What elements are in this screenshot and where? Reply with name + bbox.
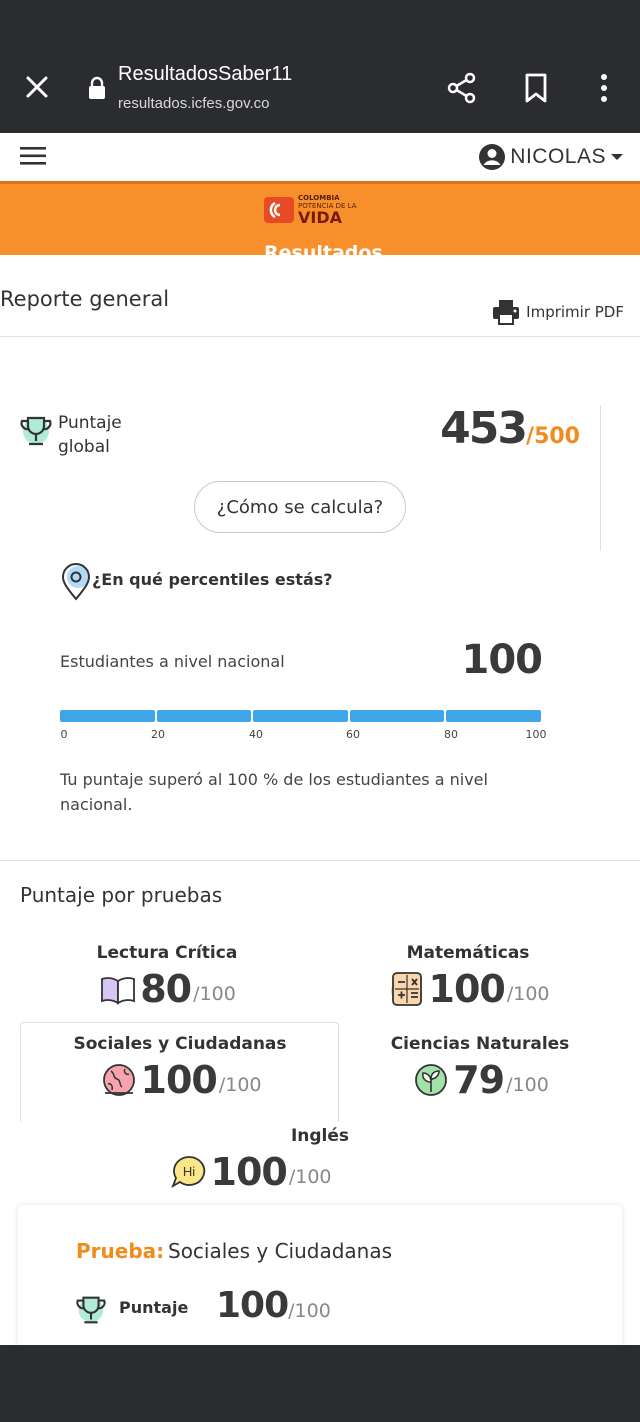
globe-icon bbox=[102, 1064, 135, 1096]
print-pdf-button[interactable]: Imprimir PDF bbox=[492, 299, 624, 325]
how-is-it-calculated-button[interactable]: ¿Cómo se calcula? bbox=[194, 481, 406, 533]
test-matematicas[interactable]: Matemáticas 100 /100 bbox=[380, 943, 556, 1011]
test-ingles[interactable]: Inglés Hi 100 /100 bbox=[170, 1126, 460, 1194]
tick-label: 100 bbox=[525, 728, 547, 741]
test-score-max: /100 bbox=[218, 1074, 262, 1096]
bookmark-icon[interactable] bbox=[522, 72, 550, 104]
percentile-bar-segment bbox=[156, 710, 252, 722]
national-label: Estudiantes a nivel nacional bbox=[60, 652, 285, 671]
test-ciencias-naturales[interactable]: Ciencias Naturales 79 /100 bbox=[380, 1034, 580, 1102]
percentile-bar-segment bbox=[446, 710, 541, 722]
browser-url[interactable]: resultados.icfes.gov.co bbox=[118, 95, 269, 112]
site-header: NICOLAS bbox=[0, 133, 640, 181]
test-score: 100 bbox=[428, 967, 506, 1011]
test-name: Lectura Crítica bbox=[96, 943, 238, 963]
percentile-ticks: 0 20 40 60 80 100 bbox=[60, 728, 547, 744]
trophy-icon bbox=[20, 416, 52, 446]
account-circle-icon bbox=[479, 144, 506, 170]
browser-toolbar: ResultadosSaber11 resultados.icfes.gov.c… bbox=[0, 0, 640, 133]
user-menu[interactable]: NICOLAS bbox=[478, 142, 624, 172]
bottom-navigation-bar bbox=[0, 1345, 640, 1422]
global-score: 453 /500 bbox=[440, 403, 580, 454]
svg-text:Hi: Hi bbox=[182, 1164, 194, 1179]
print-pdf-label: Imprimir PDF bbox=[526, 303, 624, 321]
test-score-max: /100 bbox=[288, 1166, 332, 1188]
test-score: 100 bbox=[210, 1150, 288, 1194]
banner-heading: Resultados bbox=[264, 242, 383, 255]
trophy-icon bbox=[76, 1296, 106, 1324]
printer-icon bbox=[493, 300, 520, 325]
detail-score-max: /100 bbox=[288, 1300, 331, 1322]
user-name: NICOLAS bbox=[510, 145, 606, 168]
prueba-name: Sociales y Ciudadanas bbox=[168, 1239, 393, 1263]
percentile-question: ¿En qué percentiles estás? bbox=[92, 570, 333, 589]
browser-title: ResultadosSaber11 bbox=[118, 63, 293, 85]
test-score-max: /100 bbox=[506, 1074, 549, 1096]
orange-banner: COLOMBIA POTENCIA DE LA VIDA Resultados bbox=[0, 181, 640, 255]
plant-icon bbox=[415, 1064, 448, 1096]
colombia-logo: COLOMBIA POTENCIA DE LA VIDA bbox=[264, 194, 357, 226]
test-score: 80 bbox=[140, 967, 192, 1011]
more-options-icon[interactable] bbox=[594, 72, 614, 104]
share-icon[interactable] bbox=[446, 72, 478, 104]
test-score-max: /100 bbox=[193, 983, 236, 1005]
tick-label: 20 bbox=[151, 728, 165, 741]
location-pin-icon bbox=[61, 563, 91, 601]
book-icon bbox=[101, 977, 136, 1005]
detail-score-value: 100 bbox=[216, 1285, 289, 1326]
report-title: Reporte general bbox=[0, 287, 170, 311]
global-score-label: Puntaje global bbox=[58, 413, 122, 457]
global-score-max: /500 bbox=[526, 424, 580, 449]
test-detail-card: Prueba: Sociales y Ciudadanas Puntaje 10… bbox=[18, 1205, 622, 1345]
logo-text-vida: VIDA bbox=[298, 208, 342, 227]
test-score: 79 bbox=[453, 1058, 505, 1102]
tick-label: 0 bbox=[60, 728, 68, 741]
hamburger-menu-icon[interactable] bbox=[20, 145, 46, 167]
percentile-bar-segment bbox=[253, 710, 348, 722]
close-icon[interactable] bbox=[22, 72, 52, 102]
tests-title: Puntaje por pruebas bbox=[20, 883, 223, 907]
test-name: Inglés bbox=[290, 1126, 350, 1146]
test-lectura-critica[interactable]: Lectura Crítica 80 /100 bbox=[76, 943, 258, 1011]
test-sociales-ciudadanas[interactable]: Sociales y Ciudadanas 100 /100 bbox=[40, 1034, 320, 1102]
tick-label: 80 bbox=[444, 728, 458, 741]
caret-down-icon bbox=[611, 154, 623, 160]
percentile-bar-segment bbox=[60, 710, 155, 722]
percentile-bar-segment bbox=[349, 710, 445, 722]
tick-label: 40 bbox=[249, 728, 263, 741]
test-score-max: /100 bbox=[506, 983, 550, 1005]
global-score-value: 453 bbox=[440, 403, 528, 454]
national-percentile-value: 100 bbox=[461, 637, 543, 683]
lock-icon bbox=[89, 76, 105, 99]
divider bbox=[0, 336, 640, 337]
main-content: Reporte general Imprimir PDF Puntaje glo… bbox=[0, 255, 640, 1345]
test-score: 100 bbox=[140, 1058, 218, 1102]
logo-text-colombia: COLOMBIA bbox=[298, 194, 340, 202]
vertical-divider bbox=[600, 405, 601, 551]
percentile-summary: Tu puntaje superó al 100 % de los estudi… bbox=[60, 770, 488, 814]
logo-mark-icon bbox=[264, 197, 294, 223]
test-name: Sociales y Ciudadanas bbox=[73, 1034, 287, 1054]
prueba-label: Prueba: bbox=[76, 1239, 165, 1263]
detail-score: 100 /100 bbox=[216, 1285, 331, 1326]
speech-bubble-icon: Hi bbox=[170, 1156, 205, 1189]
divider bbox=[0, 860, 640, 861]
test-name: Ciencias Naturales bbox=[390, 1034, 570, 1054]
calculator-icon bbox=[390, 972, 422, 1006]
tick-label: 60 bbox=[346, 728, 360, 741]
puntaje-label: Puntaje bbox=[119, 1298, 189, 1317]
percentile-bar bbox=[60, 710, 541, 722]
test-name: Matemáticas bbox=[406, 943, 530, 963]
